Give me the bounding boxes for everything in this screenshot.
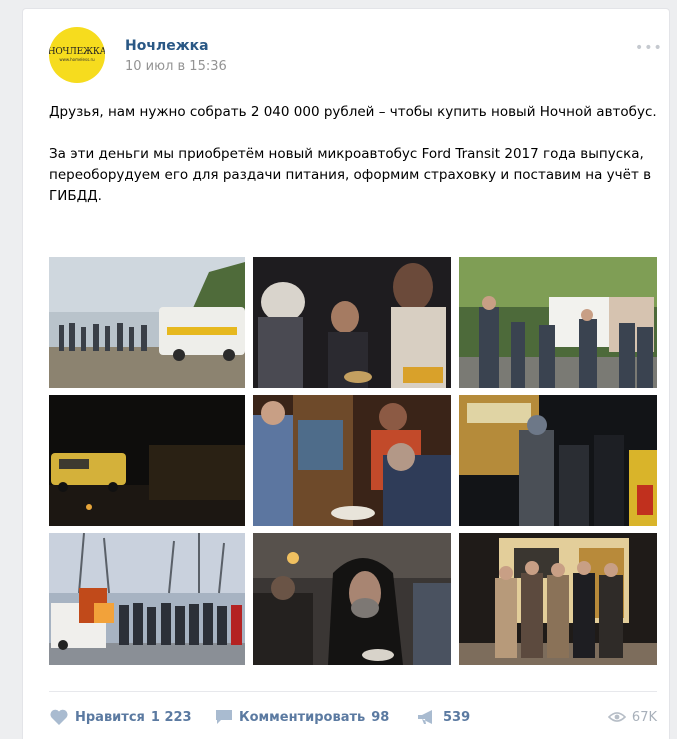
author-name[interactable]: Ночлежка bbox=[125, 38, 209, 54]
views-counter: 67K bbox=[607, 705, 657, 729]
views-count: 67K bbox=[631, 709, 657, 725]
photo-people-receiving-food[interactable] bbox=[253, 257, 451, 388]
like-count: 1 223 bbox=[150, 709, 192, 725]
post-card: НОЧЛЕЖКА www.homeless.ru Ночлежка 10 июл… bbox=[22, 8, 670, 739]
post-paragraph-1: Друзья, нам нужно собрать 2 040 000 рубл… bbox=[49, 104, 657, 120]
share-count: 539 bbox=[443, 709, 471, 725]
photo-winter-queue[interactable] bbox=[49, 533, 245, 665]
comment-button[interactable]: Комментировать 98 bbox=[215, 705, 389, 729]
photo-bus-with-queue[interactable] bbox=[49, 257, 245, 388]
eye-icon bbox=[607, 712, 626, 722]
like-label: Нравится bbox=[75, 709, 145, 725]
post-date[interactable]: 10 июл в 15:36 bbox=[125, 59, 227, 74]
photo-volunteers-outdoors[interactable] bbox=[459, 257, 657, 388]
comment-label: Комментировать bbox=[239, 709, 366, 725]
comment-count: 98 bbox=[371, 709, 390, 725]
post-actions: Нравится 1 223 Комментировать 98 539 67K bbox=[49, 705, 657, 729]
post-paragraph-2: За эти деньги мы приобретём новый микроа… bbox=[49, 146, 652, 204]
share-button[interactable]: 539 bbox=[417, 705, 470, 729]
heart-icon bbox=[50, 709, 68, 725]
actions-divider bbox=[49, 691, 657, 692]
avatar-logo-url: www.homeless.ru bbox=[59, 57, 95, 62]
photo-gallery bbox=[49, 257, 657, 667]
avatar[interactable]: НОЧЛЕЖКА www.homeless.ru bbox=[49, 27, 105, 83]
photo-man-in-hood[interactable] bbox=[253, 533, 451, 665]
photo-bus-at-night[interactable] bbox=[49, 395, 245, 526]
comment-icon bbox=[216, 710, 232, 724]
photo-night-crowd[interactable] bbox=[459, 395, 657, 526]
avatar-logo-text: НОЧЛЕЖКА bbox=[49, 47, 105, 57]
more-options-icon[interactable]: ••• bbox=[635, 40, 663, 56]
megaphone-icon bbox=[418, 710, 432, 724]
photo-volunteers-group[interactable] bbox=[459, 533, 657, 665]
photo-volunteer-serving[interactable] bbox=[253, 395, 451, 526]
like-button[interactable]: Нравится 1 223 bbox=[49, 705, 192, 729]
post-text: Друзья, нам нужно собрать 2 040 000 рубл… bbox=[49, 102, 661, 228]
